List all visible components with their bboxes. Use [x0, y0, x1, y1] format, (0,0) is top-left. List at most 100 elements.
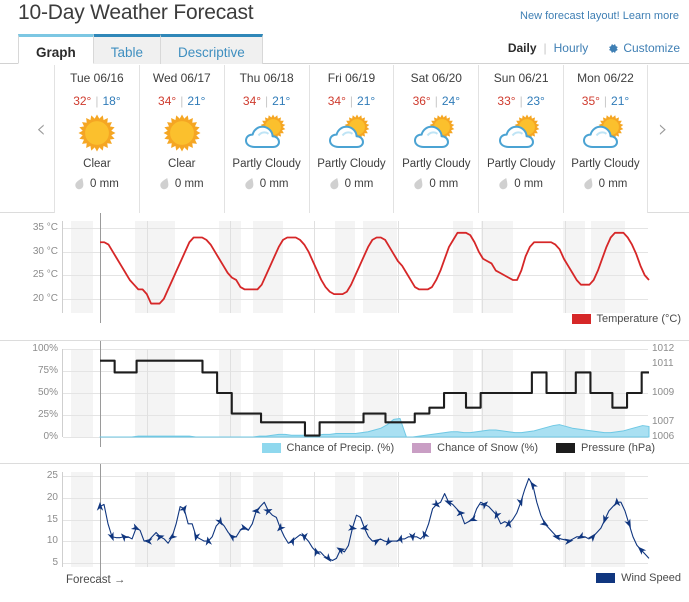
- chevron-left-icon[interactable]: ‹: [30, 115, 52, 143]
- precipitation-pressure-plot: [62, 341, 650, 447]
- weather-forecast-page: 10-Day Weather Forecast New forecast lay…: [0, 0, 689, 602]
- axis-tick-label: 10: [46, 535, 58, 547]
- legend-item-wind[interactable]: Wind Speed: [596, 572, 681, 584]
- legend-item-snow[interactable]: Chance of Snow (%): [412, 442, 538, 454]
- legend-item-precip[interactable]: Chance of Precip. (%): [261, 442, 394, 454]
- axis-tick-label: 1007: [652, 416, 675, 428]
- data-series-line: [100, 359, 649, 437]
- wind-direction-arrow-icon: [603, 514, 610, 524]
- wind-direction-arrow-icon: [323, 553, 332, 562]
- legend-swatch-precip: [261, 443, 281, 453]
- legend-item-pressure[interactable]: Pressure (hPa): [556, 442, 655, 454]
- legend-swatch-temperature: [571, 314, 591, 324]
- tab-descriptive[interactable]: Descriptive: [160, 34, 263, 64]
- water-drop-icon: [329, 177, 340, 190]
- day-precip-amount: 0 mm: [429, 177, 459, 190]
- wind-speed-plot: [62, 464, 650, 577]
- day-precip-amount: 0 mm: [174, 177, 204, 190]
- day-card[interactable]: Sun 06/21 33° | 23° Partly Cloudy 0 mm: [478, 65, 564, 213]
- wind-direction-arrow-icon: [360, 524, 370, 531]
- tab-table[interactable]: Table: [92, 34, 162, 64]
- day-condition: Partly Cloudy: [317, 158, 386, 170]
- day-low-temp: 18°: [102, 94, 121, 108]
- wind-direction-arrow-icon: [336, 547, 346, 555]
- day-condition: Partly Cloudy: [402, 158, 471, 170]
- chart-series-svg: [96, 477, 650, 562]
- legend-label-snow: Chance of Snow (%): [437, 442, 539, 454]
- learn-more-link[interactable]: Learn more: [623, 10, 679, 22]
- wind-legend: Wind Speed: [596, 572, 681, 584]
- temp-divider: |: [434, 94, 438, 108]
- day-name: Sun 06/21: [493, 71, 549, 85]
- day-card[interactable]: Fri 06/19 34° | 21° Partly Cloudy 0 mm: [308, 65, 394, 213]
- data-series-line: [100, 231, 650, 305]
- day-temperatures: 34° | 21°: [158, 94, 205, 108]
- day-low-temp: 21°: [187, 94, 206, 108]
- temp-divider: |: [349, 94, 354, 108]
- temp-divider: |: [519, 94, 523, 108]
- toggle-daily[interactable]: Daily: [508, 41, 537, 55]
- wind-direction-arrow-icon: [179, 504, 187, 514]
- day-card[interactable]: Thu 06/18 34° | 21° Partly Cloudy 0 mm: [223, 65, 309, 213]
- legend-swatch-pressure: [556, 443, 576, 453]
- sun-cloud-icon: [413, 113, 459, 153]
- temp-divider: |: [603, 94, 608, 108]
- day-name: Wed 06/17: [152, 71, 211, 85]
- day-precip-amount: 0 mm: [259, 177, 289, 190]
- wind-direction-arrow-icon: [516, 497, 523, 507]
- axis-tick-label: 1012: [652, 343, 675, 354]
- page-title: 10-Day Weather Forecast: [18, 1, 254, 24]
- legend-item-temperature[interactable]: Temperature (°C): [571, 313, 681, 325]
- day-high-temp: 36°: [412, 94, 431, 108]
- gear-icon: [608, 43, 619, 54]
- data-series-line: [99, 418, 650, 438]
- wind-direction-arrow-icon: [168, 531, 178, 540]
- chevron-right-icon[interactable]: ›: [652, 115, 674, 143]
- tab-graph[interactable]: Graph: [18, 34, 94, 64]
- water-drop-icon: [583, 177, 594, 190]
- day-condition: Partly Cloudy: [571, 158, 640, 170]
- day-temperatures: 33° | 23°: [497, 94, 544, 108]
- axis-tick-label: 50%: [37, 387, 58, 398]
- customize-button[interactable]: Customize: [608, 41, 680, 55]
- legend-label-pressure: Pressure (hPa): [581, 442, 655, 454]
- axis-tick-label: 20: [46, 491, 58, 503]
- day-temperatures: 35° | 21°: [582, 94, 629, 108]
- day-high-temp: 35°: [581, 94, 600, 108]
- day-high-temp: 34°: [327, 94, 346, 108]
- axis-tick-label: 25 °C: [32, 269, 58, 281]
- sun-icon: [162, 113, 202, 153]
- legend-label-wind: Wind Speed: [621, 572, 681, 584]
- axis-tick-label: 75%: [37, 365, 58, 376]
- promo-banner: New forecast layout! Learn more: [520, 10, 679, 22]
- day-high-temp: 34°: [158, 94, 177, 108]
- toggle-hourly[interactable]: Hourly: [554, 41, 589, 55]
- axis-tick-label: 1009: [652, 387, 675, 398]
- temperature-chart-panel: 35 °C 30 °C 25 °C 20 °C Temperature (°C): [0, 213, 689, 341]
- day-card[interactable]: Sat 06/20 36° | 24° Partly Cloudy 0 mm: [393, 65, 479, 213]
- wind-direction-arrow-icon: [263, 509, 273, 516]
- day-precipitation: 0 mm: [329, 177, 373, 190]
- axis-tick-label: 30 °C: [32, 245, 58, 257]
- day-temperatures: 32° | 18°: [73, 94, 120, 108]
- day-card[interactable]: Tue 06/16 32° | 18° Clear 0 mm: [54, 65, 139, 213]
- day-high-temp: 32°: [73, 94, 92, 108]
- day-high-temp: 33°: [497, 94, 516, 108]
- axis-tick-label: 0%: [43, 431, 58, 442]
- chart-series-svg: [100, 231, 650, 305]
- wind-direction-arrow-icon: [251, 507, 261, 514]
- day-low-temp: 21°: [611, 94, 630, 108]
- wind-direction-arrow-icon: [530, 481, 538, 491]
- day-card[interactable]: Mon 06/22 35° | 21° Partly Cloudy 0 mm: [563, 65, 648, 213]
- temp-divider: |: [265, 94, 269, 108]
- axis-tick-label: 100%: [32, 343, 58, 354]
- day-card[interactable]: Wed 06/17 34° | 21° Clear 0 mm: [138, 65, 224, 213]
- day-forecast-strip: ‹ › Tue 06/16 32° | 18° Clear 0 mm Wed 06/17 34…: [0, 65, 689, 274]
- wind-direction-arrow-icon: [193, 532, 201, 542]
- day-precipitation: 0 mm: [245, 177, 289, 190]
- day-low-temp: 21°: [272, 94, 291, 108]
- wind-direction-arrow-icon: [564, 538, 574, 545]
- view-controls: Daily | Hourly Customize: [508, 41, 680, 55]
- water-drop-icon: [499, 177, 509, 190]
- wind-direction-arrow-icon: [239, 523, 249, 530]
